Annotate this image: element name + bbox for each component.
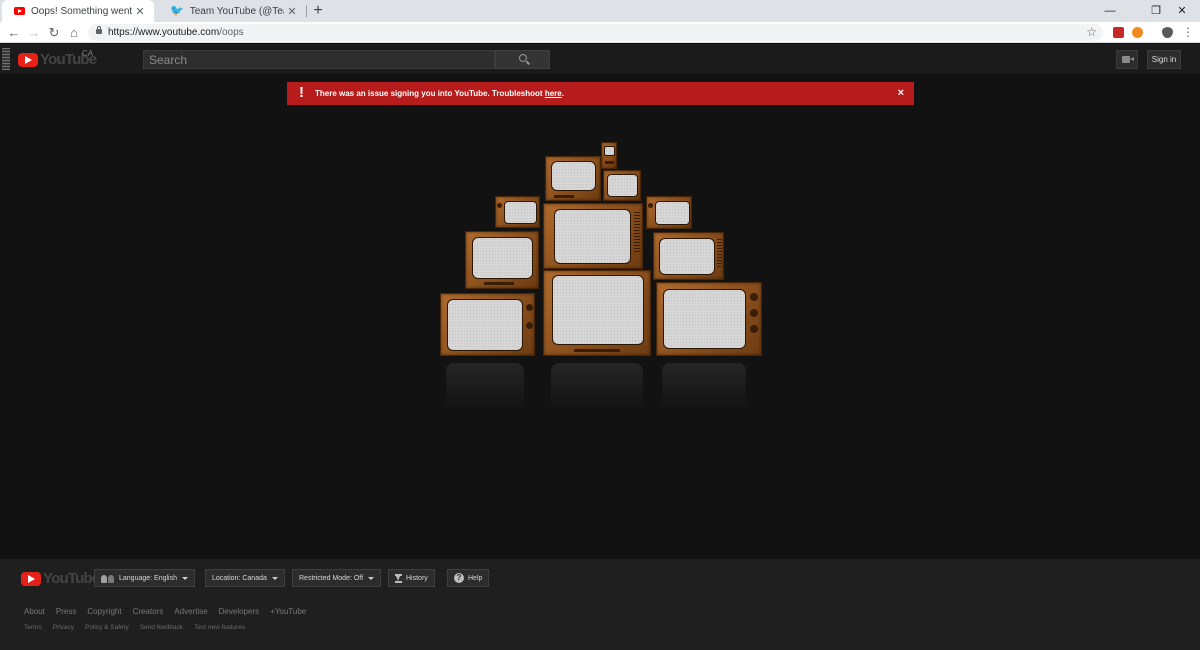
history-button[interactable]: History [388, 569, 435, 587]
youtube-play-icon [21, 572, 41, 586]
youtube-masthead: YouTube CA Sign in [0, 44, 1200, 74]
tv-reflection [438, 357, 764, 419]
tv-set [603, 170, 641, 201]
search-input[interactable] [143, 50, 495, 69]
url-text: https://www.youtube.com/oops [108, 27, 244, 38]
lock-icon [96, 26, 102, 34]
tv-set [601, 142, 617, 169]
address-bar[interactable]: https://www.youtube.com/oops ☆ [88, 24, 1103, 41]
tab-divider [306, 5, 307, 17]
tab-team-youtube[interactable]: 🐦 Team YouTube (@TeamYouTube) ✕ [158, 0, 306, 22]
footer-links: About Press Copyright Creators Advertise… [24, 607, 317, 617]
tab-youtube-oops[interactable]: Oops! Something went wrong. - ✕ [2, 0, 154, 22]
help-label: Help [468, 574, 483, 582]
footer-link[interactable]: Creators [133, 607, 164, 617]
footer-sublink[interactable]: Test new features [194, 623, 245, 632]
language-button[interactable]: Language: English [94, 569, 195, 587]
chevron-down-icon [368, 576, 375, 580]
sign-in-button[interactable]: Sign in [1147, 50, 1181, 69]
browser-menu-icon[interactable]: ⋮ [1178, 22, 1198, 43]
youtube-footer: YouTube Language: English Location: Cana… [0, 559, 1200, 650]
tab-title: Team YouTube (@TeamYouTube) [189, 5, 284, 17]
location-label: Location: Canada [212, 574, 267, 582]
alert-message: There was an issue signing you into YouT… [315, 89, 564, 98]
minimize-button[interactable]: — [1092, 0, 1128, 22]
history-label: History [406, 574, 428, 582]
tv-set [545, 156, 601, 201]
footer-sublinks: Terms Privacy Policy & Safety Send feedb… [24, 623, 256, 632]
tab-title: Oops! Something went wrong. - [31, 5, 132, 17]
people-icon [101, 574, 115, 583]
extension-red-icon[interactable] [1113, 27, 1124, 38]
location-button[interactable]: Location: Canada [205, 569, 285, 587]
window-close-button[interactable]: ✕ [1164, 0, 1200, 22]
help-icon: ? [454, 573, 464, 583]
twitter-favicon-icon: 🐦 [170, 4, 184, 17]
country-code: CA [82, 49, 94, 58]
alert-close-icon[interactable]: × [898, 86, 904, 100]
browser-toolbar: ← → ↻ ⌂ https://www.youtube.com/oops ☆ ⋮ [0, 22, 1200, 43]
tv-set [656, 282, 762, 356]
extension-orange-icon[interactable] [1132, 27, 1143, 38]
close-tab-icon[interactable]: ✕ [132, 5, 148, 18]
tv-set [440, 293, 535, 356]
troubleshoot-link[interactable]: here [545, 89, 562, 98]
footer-link[interactable]: Advertise [174, 607, 207, 617]
reload-button[interactable]: ↻ [44, 22, 64, 43]
hourglass-icon [395, 573, 402, 583]
restricted-mode-button[interactable]: Restricted Mode: Off [292, 569, 382, 587]
sign-in-error-alert: ! There was an issue signing you into Yo… [287, 82, 914, 105]
tv-set [465, 231, 539, 289]
footer-link[interactable]: +YouTube [270, 607, 306, 617]
tv-set [646, 196, 692, 229]
youtube-favicon-icon [14, 7, 25, 15]
tv-set [543, 203, 643, 269]
search-icon [519, 54, 527, 62]
footer-youtube-logo[interactable]: YouTube [21, 570, 100, 587]
browser-tab-strip: Oops! Something went wrong. - ✕ 🐦 Team Y… [0, 0, 1200, 22]
video-camera-icon [1122, 56, 1134, 63]
footer-link[interactable]: Press [56, 607, 76, 617]
bookmark-star-icon[interactable]: ☆ [1086, 25, 1097, 40]
close-tab-icon[interactable]: ✕ [284, 5, 300, 18]
footer-sublink[interactable]: Terms [24, 623, 42, 632]
home-button[interactable]: ⌂ [64, 22, 84, 43]
footer-sublink[interactable]: Send feedback [140, 623, 183, 632]
chevron-down-icon [182, 576, 188, 580]
youtube-play-icon [18, 53, 38, 67]
footer-sublink[interactable]: Policy & Safety [85, 623, 129, 632]
back-button[interactable]: ← [4, 22, 24, 43]
new-tab-button[interactable]: + [309, 1, 327, 21]
extension-shield-icon[interactable] [1162, 27, 1173, 38]
guide-menu-icon[interactable] [2, 48, 10, 70]
chevron-down-icon [271, 576, 278, 580]
footer-link[interactable]: Copyright [87, 607, 121, 617]
footer-link[interactable]: Developers [219, 607, 259, 617]
upload-button[interactable] [1116, 50, 1138, 69]
tv-set [495, 196, 540, 228]
exclamation-icon: ! [299, 84, 304, 101]
language-label: Language: English [119, 574, 177, 582]
restricted-mode-label: Restricted Mode: Off [299, 574, 364, 582]
youtube-logo-text: YouTube [43, 570, 100, 587]
search-button[interactable] [495, 50, 550, 69]
footer-link[interactable]: About [24, 607, 45, 617]
forward-button[interactable]: → [24, 22, 44, 43]
footer-sublink[interactable]: Privacy [53, 623, 74, 632]
tv-set [653, 232, 724, 280]
tv-set [543, 270, 651, 356]
help-button[interactable]: ? Help [447, 569, 490, 587]
